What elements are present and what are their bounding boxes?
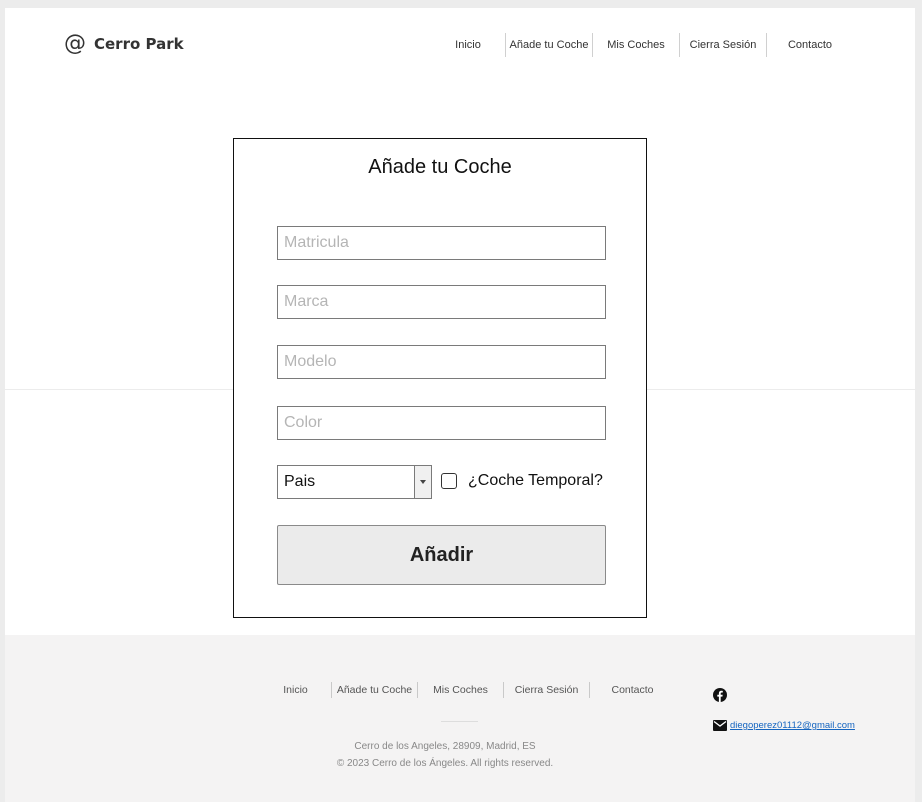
footer-nav: Inicio Añade tu Coche Mis Coches Cierra … [260,682,675,698]
color-input[interactable] [277,406,606,440]
nav-inicio[interactable]: Inicio [431,33,505,57]
footer-nav-cierra-sesion[interactable]: Cierra Sesión [504,684,589,696]
site-logo[interactable]: @ Cerro Park [64,33,184,55]
top-nav: Inicio Añade tu Coche Mis Coches Cierra … [431,33,853,57]
at-sign-icon: @ [64,31,86,56]
footer-address: Cerro de los Angeles, 28909, Madrid, ES [354,741,536,752]
email-link[interactable]: diegoperez01112@gmail.com [730,720,855,731]
site-name: Cerro Park [94,35,184,53]
nav-anade-coche[interactable]: Añade tu Coche [506,33,592,57]
nav-mis-coches[interactable]: Mis Coches [593,33,679,57]
footer-copyright: © 2023 Cerro de los Ángeles. All rights … [336,758,554,769]
country-select[interactable]: Pais [277,465,432,499]
modelo-input[interactable] [277,345,606,379]
mail-icon [713,720,727,731]
footer-divider [441,721,478,722]
temporal-checkbox-label: ¿Coche Temporal? [468,472,603,489]
chevron-down-icon[interactable] [414,466,431,498]
nav-cierra-sesion[interactable]: Cierra Sesión [680,33,766,57]
temporal-checkbox[interactable] [441,473,457,489]
facebook-icon[interactable] [713,688,727,702]
matricula-input[interactable] [277,226,606,260]
country-select-value: Pais [284,473,316,490]
footer-nav-inicio[interactable]: Inicio [260,684,331,696]
footer-nav-mis-coches[interactable]: Mis Coches [418,684,503,696]
site-footer: Inicio Añade tu Coche Mis Coches Cierra … [5,635,915,802]
footer-nav-contacto[interactable]: Contacto [590,684,675,696]
footer-nav-anade-coche[interactable]: Añade tu Coche [332,684,417,696]
add-car-form: Añade tu Coche Pais ¿Coche Temporal? Aña… [233,138,647,618]
form-title: Añade tu Coche [368,156,512,178]
nav-contacto[interactable]: Contacto [767,33,853,57]
marca-input[interactable] [277,285,606,319]
add-button[interactable]: Añadir [277,525,606,585]
